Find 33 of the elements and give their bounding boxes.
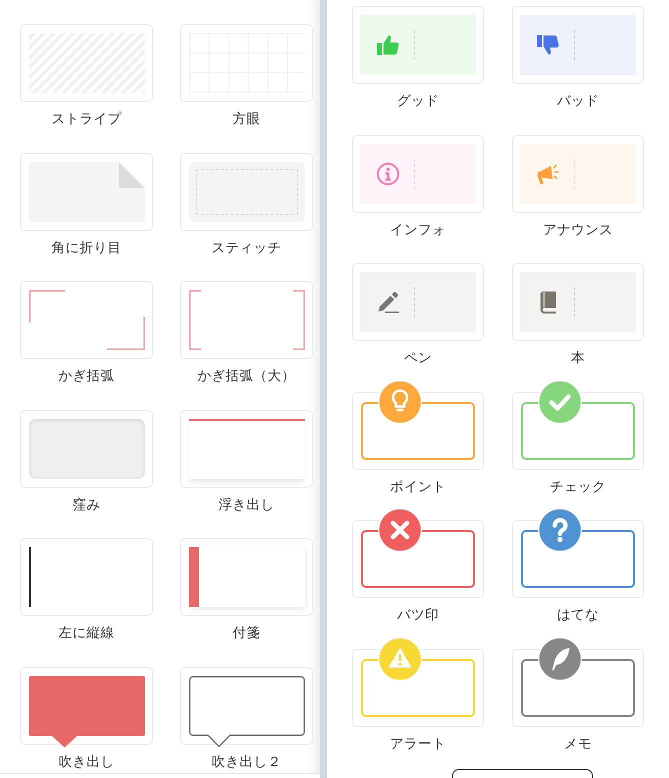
icon-box-label: バッド (557, 92, 599, 111)
box-style-option[interactable] (180, 410, 313, 488)
icon-box-option[interactable] (512, 6, 644, 84)
icon-box-label: ポイント (390, 478, 446, 497)
icon-box-label: チェック (550, 478, 606, 497)
panel-splitter[interactable] (320, 0, 327, 778)
style-option-label: 角に折り目 (52, 238, 122, 258)
icon-box-label: バツ印 (397, 606, 439, 626)
icon-box-label: はてな (557, 606, 599, 626)
icon-box-label: 本 (571, 349, 585, 368)
style-option-label: 浮き出し (218, 496, 274, 515)
icon-box-label: ペン (404, 349, 432, 368)
style-option-label: ストライプ (52, 110, 122, 129)
style-option-label: かぎ括弧 (58, 367, 114, 386)
box-style-option[interactable] (180, 666, 313, 745)
style-option-label: かぎ括弧（大） (198, 367, 296, 386)
style-option-label: 吹き出し (58, 752, 114, 772)
style-option-label: 吹き出し２ (212, 752, 282, 772)
style-option-label: 方眼 (232, 110, 260, 129)
style-option-label: スティッチ (212, 238, 282, 258)
icon-box-option[interactable] (352, 6, 484, 84)
style-option-label: 窪み (72, 496, 100, 515)
icon-box-label: アラート (390, 734, 446, 754)
icon-box-label: グッド (397, 92, 439, 111)
icon-box-option[interactable] (512, 263, 644, 342)
icon-box-label: アナウンス (543, 220, 613, 240)
icon-box-label: インフォ (390, 220, 446, 240)
cut-off-button[interactable] (452, 768, 593, 778)
style-option-label: 付箋 (232, 624, 260, 644)
style-option-label: 左に縦線 (58, 624, 114, 644)
box-style-option[interactable] (20, 666, 153, 745)
icon-box-label: メモ (564, 734, 592, 754)
box-style-option[interactable] (180, 538, 313, 616)
